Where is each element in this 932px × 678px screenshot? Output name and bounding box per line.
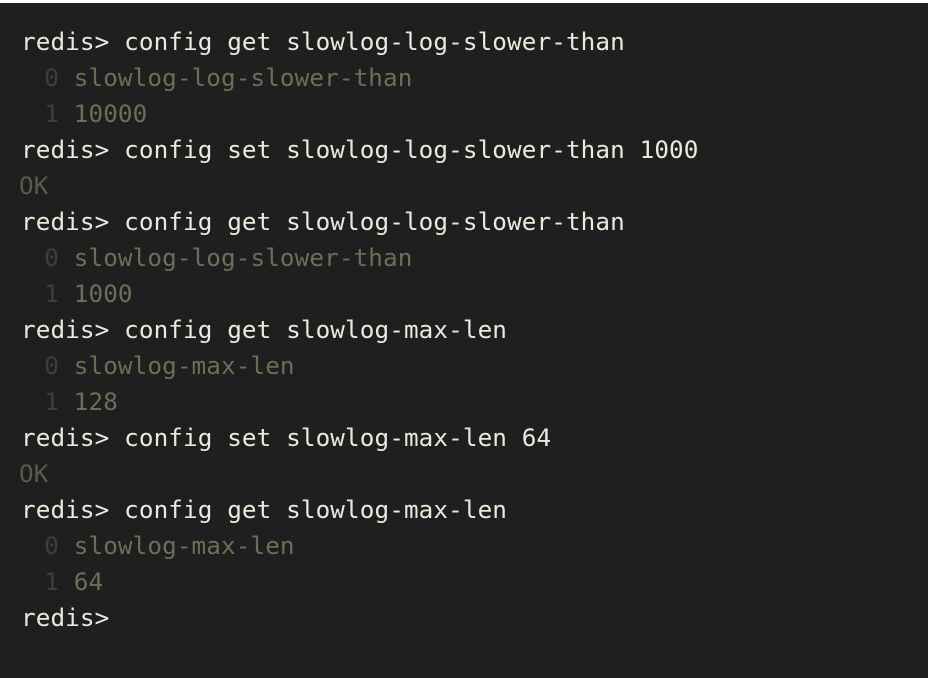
- active-prompt-line[interactable]: redis>: [21, 600, 699, 636]
- command-line: redis> config get slowlog-max-len: [21, 492, 699, 528]
- command-line: redis> config get slowlog-log-slower-tha…: [21, 24, 699, 60]
- result-item: 1 10000: [21, 96, 699, 132]
- result-index: 0: [44, 63, 59, 92]
- command-text: config get slowlog-max-len: [124, 495, 508, 524]
- result-item: 0 slowlog-max-len: [21, 528, 699, 564]
- ok-line: OK: [19, 168, 699, 204]
- prompt: redis>: [21, 207, 110, 236]
- ok-response: OK: [19, 171, 49, 200]
- terminal-output: redis> config get slowlog-log-slower-tha…: [19, 24, 699, 636]
- prompt: redis>: [21, 495, 110, 524]
- ok-response: OK: [19, 459, 49, 488]
- result-value: 1000: [73, 279, 133, 308]
- result-index: 0: [44, 531, 59, 560]
- result-item: 1 64: [21, 564, 699, 600]
- result-item: 0 slowlog-log-slower-than: [21, 60, 699, 96]
- command-line: redis> config get slowlog-log-slower-tha…: [21, 204, 699, 240]
- result-value: 10000: [73, 99, 148, 128]
- command-line: redis> config set slowlog-log-slower-tha…: [21, 132, 699, 168]
- command-text: config set slowlog-log-slower-than 1000: [124, 135, 699, 164]
- result-item: 1 1000: [21, 276, 699, 312]
- result-index: 1: [44, 387, 59, 416]
- prompt: redis>: [21, 315, 110, 344]
- result-value: slowlog-log-slower-than: [73, 243, 413, 272]
- result-value: 64: [73, 567, 104, 596]
- command-line: redis> config get slowlog-max-len: [21, 312, 699, 348]
- result-value: slowlog-log-slower-than: [73, 63, 413, 92]
- command-text: config get slowlog-max-len: [124, 315, 508, 344]
- result-index: 1: [44, 279, 59, 308]
- prompt: redis>: [21, 603, 110, 632]
- result-item: 1 128: [21, 384, 699, 420]
- prompt: redis>: [21, 135, 110, 164]
- prompt: redis>: [21, 423, 110, 452]
- ok-line: OK: [19, 456, 699, 492]
- result-item: 0 slowlog-max-len: [21, 348, 699, 384]
- result-index: 0: [44, 351, 59, 380]
- command-text: config get slowlog-log-slower-than: [124, 27, 625, 56]
- command-line: redis> config set slowlog-max-len 64: [21, 420, 699, 456]
- result-index: 1: [44, 99, 59, 128]
- result-value: 128: [73, 387, 118, 416]
- result-item: 0 slowlog-log-slower-than: [21, 240, 699, 276]
- prompt: redis>: [21, 27, 110, 56]
- command-text: config set slowlog-max-len 64: [124, 423, 552, 452]
- result-value: slowlog-max-len: [73, 531, 295, 560]
- terminal-window[interactable]: redis> config get slowlog-log-slower-tha…: [0, 3, 930, 678]
- result-index: 0: [44, 243, 59, 272]
- command-text: config get slowlog-log-slower-than: [124, 207, 625, 236]
- result-index: 1: [44, 567, 59, 596]
- result-value: slowlog-max-len: [73, 351, 295, 380]
